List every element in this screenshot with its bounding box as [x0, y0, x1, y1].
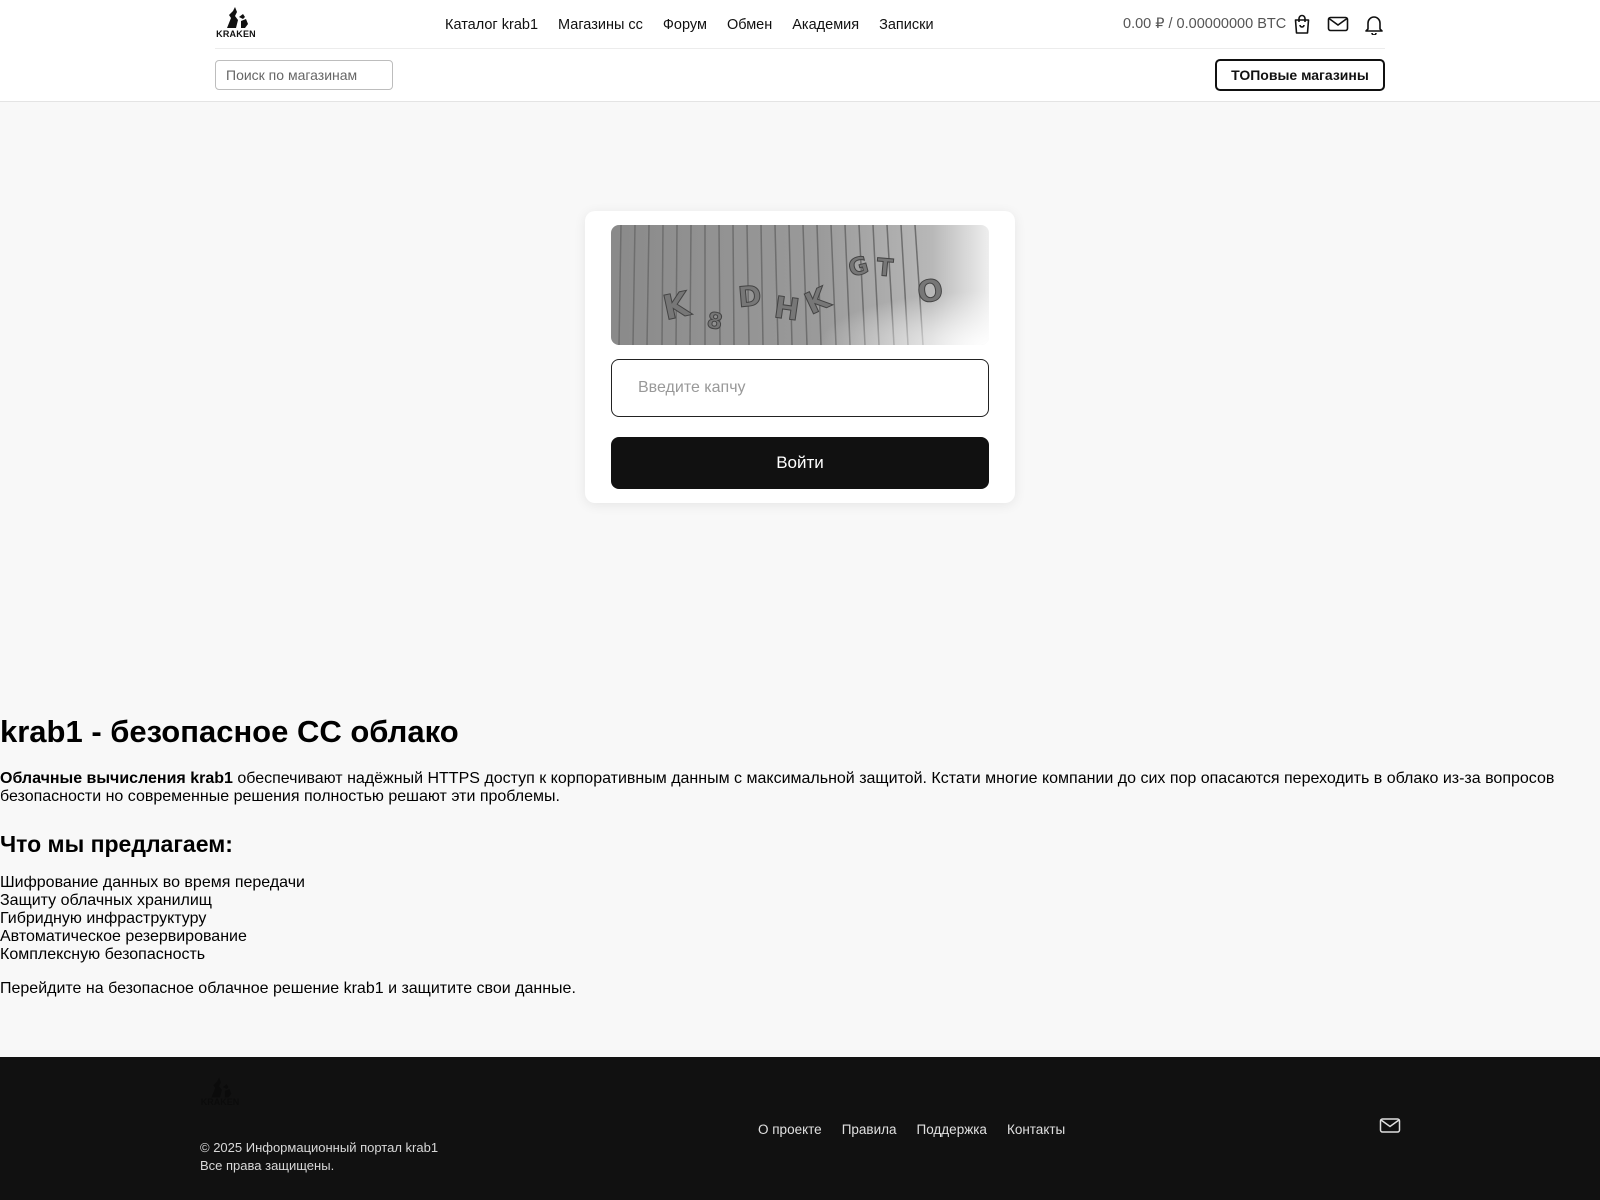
intro-bold: Облачные вычисления krab1 [0, 770, 233, 787]
kraken-logo-icon [227, 7, 248, 28]
svg-text:O: O [915, 273, 945, 311]
svg-text:H: H [772, 290, 802, 328]
footer-link-contacts[interactable]: Контакты [1007, 1122, 1065, 1137]
kraken-logo[interactable]: KRAKEN [215, 7, 257, 39]
offer-heading: Что мы предлагаем: [0, 831, 233, 857]
copyright-text: © 2025 Информационный портал krab1 [200, 1140, 439, 1155]
nav-notes[interactable]: Записки [879, 17, 933, 33]
list-item: Гибридную инфраструктуру [0, 910, 207, 927]
seo-content: krab1 - безопасное CC облако Облачные вы… [0, 712, 1580, 998]
nav-exchange[interactable]: Обмен [727, 17, 772, 33]
footer-logo-text: KRAKEN [200, 1097, 240, 1107]
top-shops-button[interactable]: ТОПовые магазины [1215, 59, 1385, 91]
footer-link-rules[interactable]: Правила [842, 1122, 897, 1137]
login-button[interactable]: Войти [611, 437, 989, 489]
kraken-logo-icon [211, 1077, 232, 1098]
site-footer: KRAKEN © 2025 Информационный портал krab… [0, 1057, 1600, 1200]
nav-catalog[interactable]: Каталог krab1 [445, 17, 538, 33]
rights-text: Все права защищены. [200, 1158, 335, 1173]
header-bottom-row: ТОПовые магазины [215, 49, 1385, 101]
bag-icon[interactable] [1291, 13, 1313, 35]
nav-academy[interactable]: Академия [792, 17, 859, 33]
svg-text:D: D [737, 279, 763, 314]
offer-list: Шифрование данных во время передачи Защи… [0, 874, 1580, 964]
logo-text: KRAKEN [216, 29, 256, 39]
captcha-image: K 8 D H K G T O [611, 225, 989, 345]
list-item: Шифрование данных во время передачи [0, 874, 305, 891]
bell-icon[interactable] [1363, 13, 1385, 36]
mail-icon[interactable] [1379, 1116, 1401, 1136]
list-item: Защиту облачных хранилищ [0, 892, 212, 909]
footer-copyright: © 2025 Информационный портал krab1 Все п… [200, 1139, 438, 1175]
list-item: Автоматическое резервирование [0, 928, 247, 945]
footer-nav: О проекте Правила Поддержка Контакты [758, 1119, 1065, 1139]
nav-forum[interactable]: Форум [663, 17, 707, 33]
footer-link-support[interactable]: Поддержка [917, 1122, 987, 1137]
main-nav: Каталог krab1 Магазины сс Форум Обмен Ак… [445, 0, 934, 49]
captcha-card: K 8 D H K G T O Войти [585, 211, 1015, 503]
page-title: krab1 - безопасное CC облако [0, 714, 459, 749]
balance-display: 0.00 ₽ / 0.00000000 BTC [1123, 16, 1287, 32]
mail-icon[interactable] [1327, 13, 1349, 35]
intro-paragraph: Облачные вычисления krab1 обеспечивают н… [0, 770, 1580, 806]
header-icons [1291, 12, 1385, 36]
footer-link-about[interactable]: О проекте [758, 1122, 822, 1137]
outro-paragraph: Перейдите на безопасное облачное решение… [0, 980, 576, 997]
nav-shops[interactable]: Магазины сс [558, 17, 643, 33]
site-header: KRAKEN Каталог krab1 Магазины сс Форум О… [0, 0, 1600, 102]
intro-text: обеспечивают надёжный HTTPS доступ к кор… [0, 770, 1555, 805]
captcha-input[interactable] [611, 359, 989, 417]
footer-logo: KRAKEN [200, 1077, 240, 1107]
shop-search-input[interactable] [215, 60, 393, 90]
svg-text:T: T [875, 253, 894, 282]
list-item: Комплексную безопасность [0, 946, 206, 963]
header-top-row: KRAKEN Каталог krab1 Магазины сс Форум О… [215, 0, 1385, 49]
